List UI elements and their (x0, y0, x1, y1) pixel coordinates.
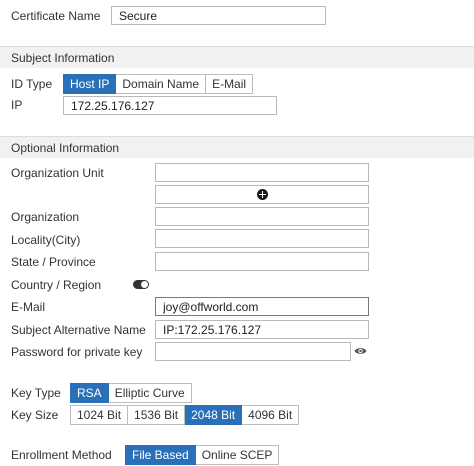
key-type-elliptic-curve-option[interactable]: Elliptic Curve (108, 383, 192, 403)
enrollment-file-based-option[interactable]: File Based (125, 445, 196, 465)
email-label: E-Mail (11, 300, 46, 314)
subject-alternative-name-label: Subject Alternative Name (11, 323, 146, 337)
plus-circle-icon (257, 189, 268, 200)
country-region-label: Country / Region (11, 278, 102, 292)
ip-input[interactable] (63, 96, 277, 115)
locality-input[interactable] (155, 229, 369, 248)
ip-label: IP (11, 98, 23, 112)
key-size-selector: 1024 Bit 1536 Bit 2048 Bit 4096 Bit (70, 405, 300, 425)
id-type-label: ID Type (11, 77, 53, 91)
optional-information-header: Optional Information (0, 136, 474, 158)
locality-label: Locality(City) (11, 233, 81, 247)
subject-alternative-name-input[interactable] (155, 320, 369, 339)
enrollment-method-label: Enrollment Method (11, 448, 112, 462)
key-type-label: Key Type (11, 386, 61, 400)
enrollment-method-selector: File Based Online SCEP (125, 445, 280, 465)
password-input[interactable] (155, 342, 351, 361)
subject-information-title: Subject Information (11, 51, 115, 65)
add-organization-unit-button[interactable] (155, 185, 369, 204)
subject-information-header: Subject Information (0, 46, 474, 68)
id-type-selector: Host IP Domain Name E-Mail (63, 74, 254, 94)
key-size-label: Key Size (11, 408, 59, 422)
optional-information-title: Optional Information (11, 141, 120, 155)
state-province-input[interactable] (155, 252, 369, 271)
key-size-4096-option[interactable]: 4096 Bit (242, 405, 300, 425)
key-size-1024-option[interactable]: 1024 Bit (70, 405, 129, 425)
password-label: Password for private key (11, 345, 143, 359)
eye-icon[interactable] (354, 346, 367, 356)
state-province-label: State / Province (11, 255, 96, 269)
key-size-2048-option[interactable]: 2048 Bit (185, 405, 243, 425)
key-type-rsa-option[interactable]: RSA (70, 383, 109, 403)
organization-unit-label: Organization Unit (11, 166, 104, 180)
organization-label: Organization (11, 210, 80, 224)
key-type-selector: RSA Elliptic Curve (70, 383, 192, 403)
country-region-toggle-icon[interactable] (133, 280, 149, 289)
id-type-host-ip-option[interactable]: Host IP (63, 74, 117, 94)
email-input[interactable] (155, 297, 369, 316)
certificate-name-label: Certificate Name (11, 9, 101, 23)
organization-unit-input[interactable] (155, 163, 369, 182)
id-type-domain-name-option[interactable]: Domain Name (116, 74, 207, 94)
organization-input[interactable] (155, 207, 369, 226)
enrollment-online-scep-option[interactable]: Online SCEP (195, 445, 280, 465)
id-type-email-option[interactable]: E-Mail (206, 74, 254, 94)
key-size-1536-option[interactable]: 1536 Bit (128, 405, 186, 425)
certificate-name-input[interactable] (111, 6, 326, 25)
